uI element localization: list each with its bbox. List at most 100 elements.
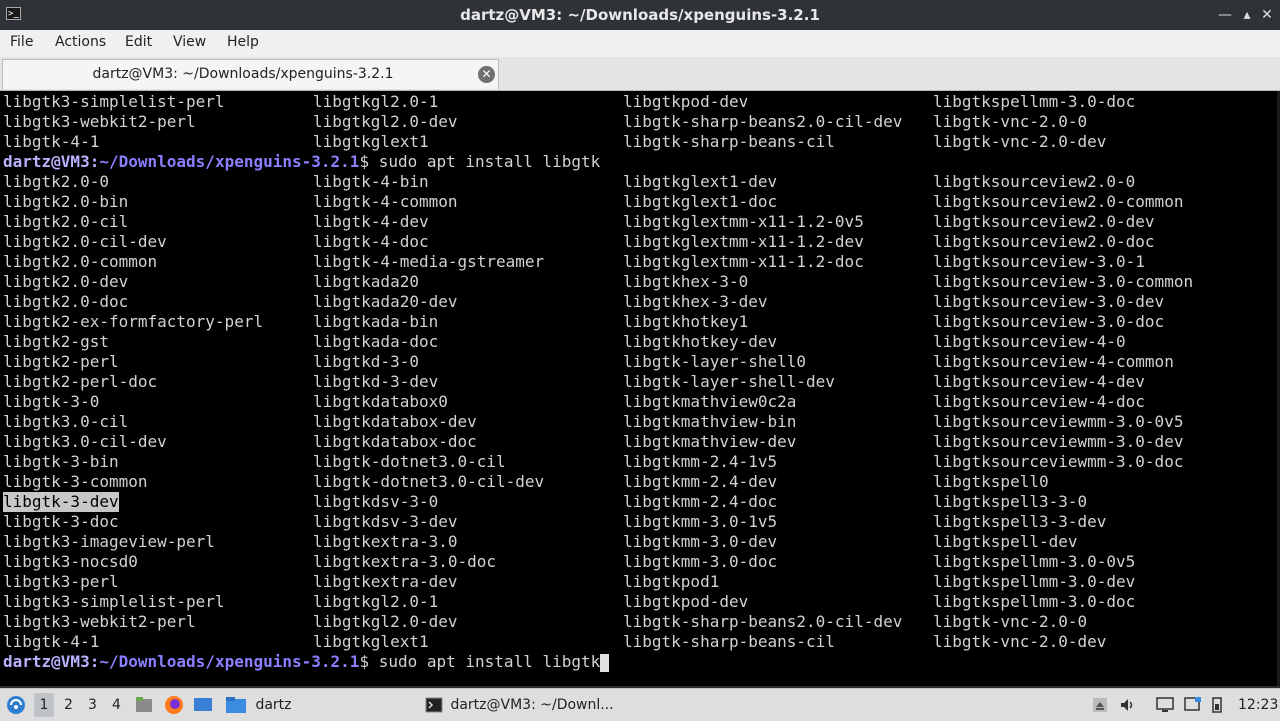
- task-label: dartz@VM3: ~/Downl...: [450, 697, 614, 713]
- package-name: libgtkhotkey-dev: [623, 332, 778, 351]
- package-name: libgtkada20: [313, 272, 419, 291]
- package-name: libgtk-4-common: [313, 192, 458, 211]
- workspace-3[interactable]: 3: [88, 689, 97, 721]
- package-name: libgtkmathview-dev: [623, 432, 797, 451]
- package-name: libgtkpod1: [623, 572, 720, 591]
- prompt-symbol: $: [359, 652, 379, 671]
- window-titlebar: >_ dartz@VM3: ~/Downloads/xpenguins-3.2.…: [0, 0, 1280, 30]
- package-name: libgtk-vnc-2.0-dev: [933, 632, 1107, 651]
- close-tab-icon[interactable]: ✕: [478, 66, 495, 83]
- package-name: libgtkada-doc: [313, 332, 439, 351]
- close-window-icon[interactable]: ✕: [1258, 5, 1276, 25]
- terminal-tab[interactable]: dartz@VM3: ~/Downloads/xpenguins-3.2.1 ✕: [2, 59, 499, 89]
- firefox-icon[interactable]: [163, 689, 185, 721]
- terminal-task-item[interactable]: dartz@VM3: ~/Downl...: [425, 689, 614, 721]
- display-icon[interactable]: [1155, 689, 1175, 721]
- menu-view[interactable]: View: [173, 34, 206, 50]
- package-name: libgtkspellmm-3.0-doc: [933, 592, 1136, 611]
- package-name: libgtk2.0-cil: [3, 212, 129, 231]
- menu-actions[interactable]: Actions: [55, 34, 106, 50]
- command-text: sudo apt install libgtk: [378, 652, 601, 671]
- file-manager-icon[interactable]: [134, 689, 154, 721]
- prompt-separator: :: [89, 152, 100, 171]
- network-icon[interactable]: [1183, 689, 1203, 721]
- package-name: libgtkmm-3.0-doc: [623, 552, 778, 571]
- package-name: libgtkdatabox-dev: [313, 412, 477, 431]
- package-name: libgtksourceviewmm-3.0-dev: [933, 432, 1184, 451]
- power-icon[interactable]: [1210, 689, 1224, 721]
- package-name: libgtk3-simplelist-perl: [3, 592, 225, 611]
- package-name: libgtksourceviewmm-3.0-doc: [933, 452, 1184, 471]
- package-name: libgtkgl2.0-dev: [313, 612, 458, 631]
- package-name: libgtk-sharp-beans-cil: [623, 132, 835, 151]
- package-name: libgtkgl2.0-dev: [313, 112, 458, 131]
- package-name: libgtk-4-1: [3, 632, 100, 651]
- workspace-1[interactable]: 1: [34, 693, 54, 717]
- package-name: libgtksourceview-3.0-common: [933, 272, 1194, 291]
- minimize-icon[interactable]: —: [1216, 5, 1234, 25]
- package-name: libgtkextra-3.0: [313, 532, 458, 551]
- package-name: libgtksourceview-3.0-1: [933, 252, 1145, 271]
- package-name: libgtk-dotnet3.0-cil-dev: [313, 472, 545, 491]
- prompt-symbol: $: [359, 152, 379, 171]
- package-name: libgtkmm-2.4-dev: [623, 472, 778, 491]
- menu-help[interactable]: Help: [227, 34, 259, 50]
- package-name: libgtksourceview2.0-dev: [933, 212, 1155, 231]
- package-name: libgtksourceview-3.0-dev: [933, 292, 1165, 311]
- package-name: libgtk2.0-common: [3, 252, 158, 271]
- taskbar: 1 2 3 4 dartz dartz@VM3: ~/Downl... 12:2…: [0, 688, 1280, 721]
- menu-edit[interactable]: Edit: [125, 34, 152, 50]
- package-name: libgtkmm-2.4-1v5: [623, 452, 778, 471]
- package-name: libgtkpod-dev: [623, 592, 749, 611]
- package-name: libgtksourceview-4-0: [933, 332, 1126, 351]
- package-name: libgtkgl2.0-1: [313, 592, 439, 611]
- start-menu-icon[interactable]: [5, 689, 27, 721]
- package-name: libgtk-4-doc: [313, 232, 429, 251]
- package-name: libgtk3-webkit2-perl: [3, 612, 196, 631]
- package-name: libgtkmathview-bin: [623, 412, 797, 431]
- clock[interactable]: 12:23: [1238, 689, 1278, 721]
- maximize-icon[interactable]: ▴: [1238, 5, 1256, 25]
- prompt-path: ~/Downloads/xpenguins-3.2.1: [99, 152, 360, 171]
- package-name: libgtk3-nocsd0: [3, 552, 138, 571]
- package-name: libgtkada-bin: [313, 312, 439, 331]
- package-name: libgtkdatabox-doc: [313, 432, 477, 451]
- workspace-4[interactable]: 4: [112, 689, 121, 721]
- prompt-separator: :: [89, 652, 100, 671]
- package-name: libgtk2.0-0: [3, 172, 109, 191]
- package-name: libgtkpod-dev: [623, 92, 749, 111]
- eject-icon[interactable]: [1091, 689, 1109, 721]
- text-cursor: [600, 653, 610, 672]
- package-name: libgtksourceview-4-doc: [933, 392, 1145, 411]
- package-name: libgtk-vnc-2.0-dev: [933, 132, 1107, 151]
- package-name: libgtkd-3-dev: [313, 372, 439, 391]
- package-name: libgtk2-ex-formfactory-perl: [3, 312, 264, 331]
- package-name: libgtkhex-3-dev: [623, 292, 768, 311]
- package-name: libgtkspell3-3-dev: [933, 512, 1107, 531]
- package-name: libgtk-3-bin: [3, 452, 119, 471]
- desktop-icon[interactable]: [192, 689, 214, 721]
- package-name: libgtk3.0-cil-dev: [3, 432, 167, 451]
- tab-label: dartz@VM3: ~/Downloads/xpenguins-3.2.1: [92, 66, 394, 82]
- package-name: libgtk-3-dev: [3, 492, 119, 512]
- command-text: sudo apt install libgtk: [378, 152, 601, 171]
- tab-bar: dartz@VM3: ~/Downloads/xpenguins-3.2.1 ✕: [0, 57, 1280, 91]
- package-name: libgtksourceviewmm-3.0-0v5: [933, 412, 1184, 431]
- package-name: libgtk3-perl: [3, 572, 119, 591]
- workspace-2[interactable]: 2: [64, 689, 73, 721]
- package-name: libgtk2.0-doc: [3, 292, 129, 311]
- package-name: libgtkada20-dev: [313, 292, 458, 311]
- prompt-line: dartz@VM3:~/Downloads/xpenguins-3.2.1$ s…: [3, 152, 600, 172]
- folder-taskbar-item[interactable]: dartz: [225, 689, 292, 721]
- menu-file[interactable]: File: [10, 34, 33, 50]
- volume-icon[interactable]: [1118, 689, 1138, 721]
- package-name: libgtkspell-dev: [933, 532, 1078, 551]
- prompt-path: ~/Downloads/xpenguins-3.2.1: [99, 652, 360, 671]
- package-name: libgtkglextmm-x11-1.2-dev: [623, 232, 864, 251]
- package-name: libgtkhex-3-0: [623, 272, 749, 291]
- package-name: libgtk2.0-dev: [3, 272, 129, 291]
- package-name: libgtkextra-dev: [313, 572, 458, 591]
- package-name: libgtkmm-3.0-1v5: [623, 512, 778, 531]
- terminal-output[interactable]: libgtk3-simplelist-perl libgtkgl2.0-1 libg…: [0, 91, 1280, 686]
- window-title: dartz@VM3: ~/Downloads/xpenguins-3.2.1: [460, 6, 820, 24]
